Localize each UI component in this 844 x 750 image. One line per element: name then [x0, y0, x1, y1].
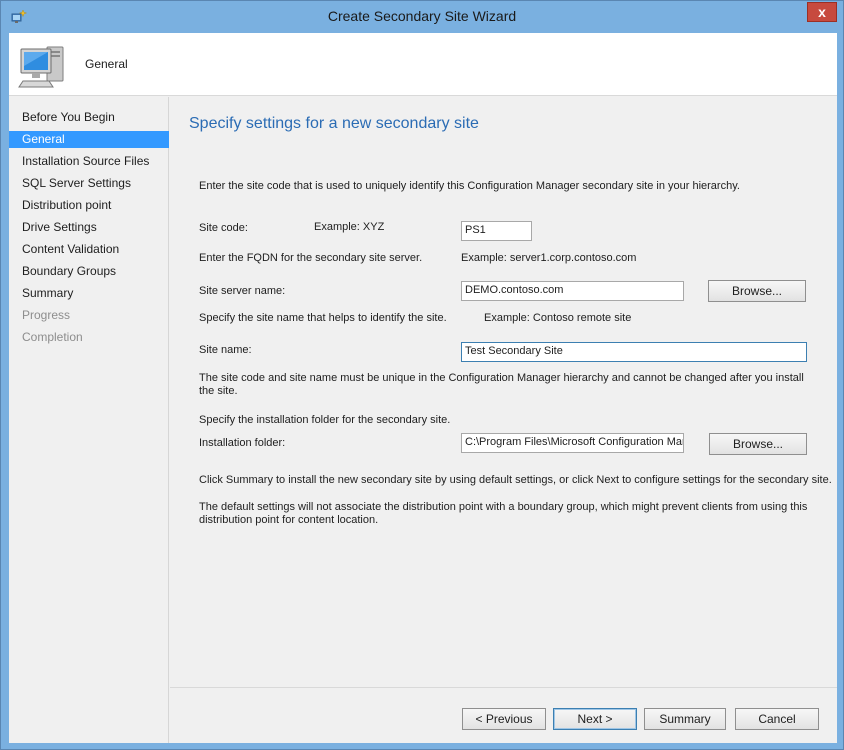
previous-button[interactable]: < Previous	[462, 708, 546, 730]
wizard-content: Specify settings for a new secondary sit…	[170, 97, 837, 687]
fqdn-note: Enter the FQDN for the secondary site se…	[199, 252, 423, 264]
site-server-browse-button[interactable]: Browse...	[708, 280, 806, 302]
site-server-input[interactable]: DEMO.contoso.com	[461, 281, 684, 301]
next-button[interactable]: Next >	[553, 708, 637, 730]
nav-item-general[interactable]: General	[9, 131, 169, 148]
fqdn-example: Example: server1.corp.contoso.com	[461, 252, 637, 264]
summary-button[interactable]: Summary	[644, 708, 726, 730]
nav-item-summary[interactable]: Summary	[9, 285, 169, 302]
header-title: General	[85, 57, 128, 71]
window-title: Create Secondary Site Wizard	[327, 8, 517, 24]
site-name-note: Specify the site name that helps to iden…	[199, 312, 447, 324]
site-name-example: Example: Contoso remote site	[484, 312, 632, 324]
site-code-label: Site code:	[199, 222, 248, 234]
folder-note: Specify the installation folder for the …	[199, 414, 451, 426]
computer-icon	[18, 46, 64, 88]
site-name-label: Site name:	[199, 344, 252, 356]
boundary-note: The default settings will not associate …	[199, 501, 808, 526]
unique-note: The site code and site name must be uniq…	[199, 372, 804, 397]
nav-item-progress: Progress	[22, 308, 71, 322]
wizard-header: General	[9, 33, 837, 96]
site-name-input[interactable]: Test Secondary Site	[461, 342, 807, 362]
site-code-input[interactable]: PS1	[461, 221, 532, 241]
wizard-window: Create Secondary Site Wizard x General B…	[0, 0, 844, 750]
nav-item-before-you-begin[interactable]: Before You Begin	[9, 109, 169, 126]
close-icon: x	[818, 4, 826, 20]
nav-item-completion: Completion	[22, 330, 83, 344]
nav-item-installation-source-files[interactable]: Installation Source Files	[9, 153, 169, 170]
summary-note: Click Summary to install the new seconda…	[199, 474, 832, 486]
intro-text: Enter the site code that is used to uniq…	[199, 180, 740, 192]
close-button[interactable]: x	[807, 2, 837, 22]
install-folder-input[interactable]: C:\Program Files\Microsoft Configuration…	[461, 433, 684, 453]
title-bar[interactable]: Create Secondary Site Wizard x	[1, 1, 843, 33]
nav-item-content-validation[interactable]: Content Validation	[9, 241, 169, 258]
site-server-label: Site server name:	[199, 285, 286, 297]
wizard-footer: < Previous Next > Summary Cancel	[170, 687, 837, 743]
site-code-example: Example: XYZ	[314, 221, 385, 233]
nav-item-boundary-groups[interactable]: Boundary Groups	[9, 263, 169, 280]
install-folder-browse-button[interactable]: Browse...	[709, 433, 807, 455]
nav-item-sql-server-settings[interactable]: SQL Server Settings	[9, 175, 169, 192]
page-heading: Specify settings for a new secondary sit…	[189, 115, 479, 132]
wizard-nav: Before You Begin General Installation So…	[9, 97, 169, 743]
nav-item-distribution-point[interactable]: Distribution point	[9, 197, 169, 214]
cancel-button[interactable]: Cancel	[735, 708, 819, 730]
install-folder-label: Installation folder:	[199, 437, 286, 449]
nav-item-drive-settings[interactable]: Drive Settings	[9, 219, 169, 236]
wizard-client-area: General Before You Begin General Install…	[9, 33, 837, 743]
